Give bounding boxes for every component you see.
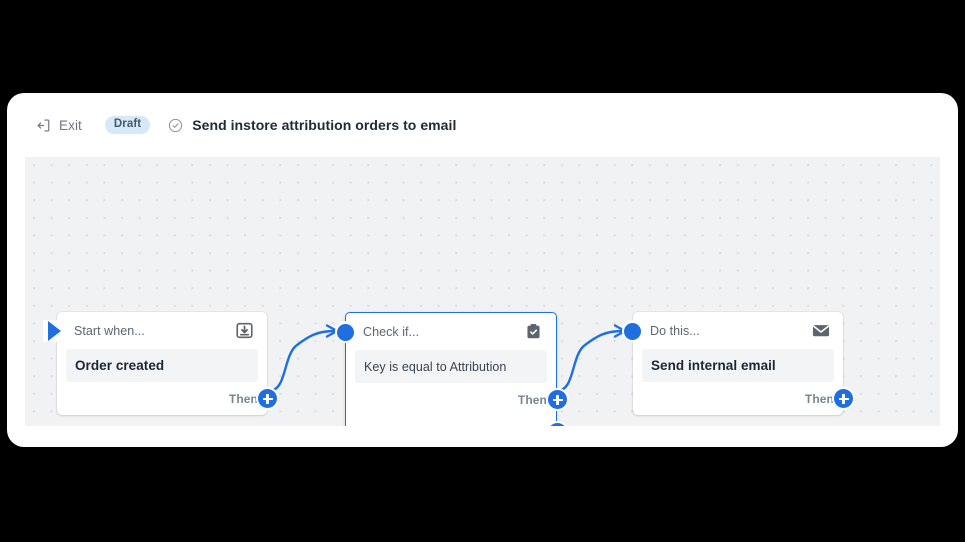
node-value-field[interactable]: Order created [66, 349, 258, 382]
exit-label: Exit [59, 117, 82, 133]
status-badge: Draft [104, 115, 151, 135]
flow-canvas[interactable]: Start when... Order created Then Check i… [25, 157, 940, 426]
node-value-field[interactable]: Send internal email [642, 349, 834, 382]
inbox-download-icon [236, 322, 253, 339]
branch-row-then: Then [633, 382, 855, 415]
node-input-endpoint [621, 320, 644, 342]
node-value-field[interactable]: Key is equal to Attribution [355, 350, 547, 383]
node-header-label: Check if... [363, 324, 420, 339]
page-title: Send instore attribution orders to email [192, 117, 457, 133]
branch-row-then: Then [57, 382, 279, 415]
node-header: Check if... [346, 313, 556, 350]
node-header-label: Do this... [650, 323, 700, 338]
flow-node-condition[interactable]: Check if... Key is equal to Attribution … [334, 312, 569, 427]
node-header: Do this... [633, 312, 843, 349]
envelope-icon [812, 322, 830, 339]
branch-label: Then [228, 391, 258, 406]
branch-row-then: Then [346, 383, 569, 416]
start-play-icon [43, 320, 65, 342]
node-header: Start when... [57, 312, 267, 349]
connector-trigger-to-condition [267, 329, 337, 393]
node-header-label: Start when... [74, 323, 145, 338]
branch-label: Then [517, 392, 547, 407]
exit-door-arrow-icon [36, 118, 51, 133]
add-step-button[interactable] [546, 388, 569, 411]
connector-condition-to-action [555, 329, 625, 393]
exit-button[interactable]: Exit [36, 118, 82, 133]
branch-row-otherwise: Otherwise [346, 416, 569, 427]
clipboard-check-icon [525, 323, 542, 340]
add-step-button[interactable] [832, 387, 855, 410]
node-value-text: Send internal email [651, 358, 776, 373]
check-circle-icon [168, 118, 183, 133]
flow-node-trigger[interactable]: Start when... Order created Then [43, 312, 279, 415]
branch-label: Then [804, 391, 834, 406]
branch-label: Otherwise [488, 426, 547, 427]
editor-header: Exit Draft Send instore attribution orde… [7, 93, 958, 157]
node-value-text: Key is equal to Attribution [364, 359, 507, 374]
node-input-endpoint [334, 321, 357, 343]
add-step-button[interactable] [256, 387, 279, 410]
flow-node-action[interactable]: Do this... Send internal email Then [621, 312, 855, 415]
add-step-button[interactable] [546, 421, 569, 426]
node-value-text: Order created [75, 358, 165, 373]
workflow-editor-window: Exit Draft Send instore attribution orde… [7, 93, 958, 447]
